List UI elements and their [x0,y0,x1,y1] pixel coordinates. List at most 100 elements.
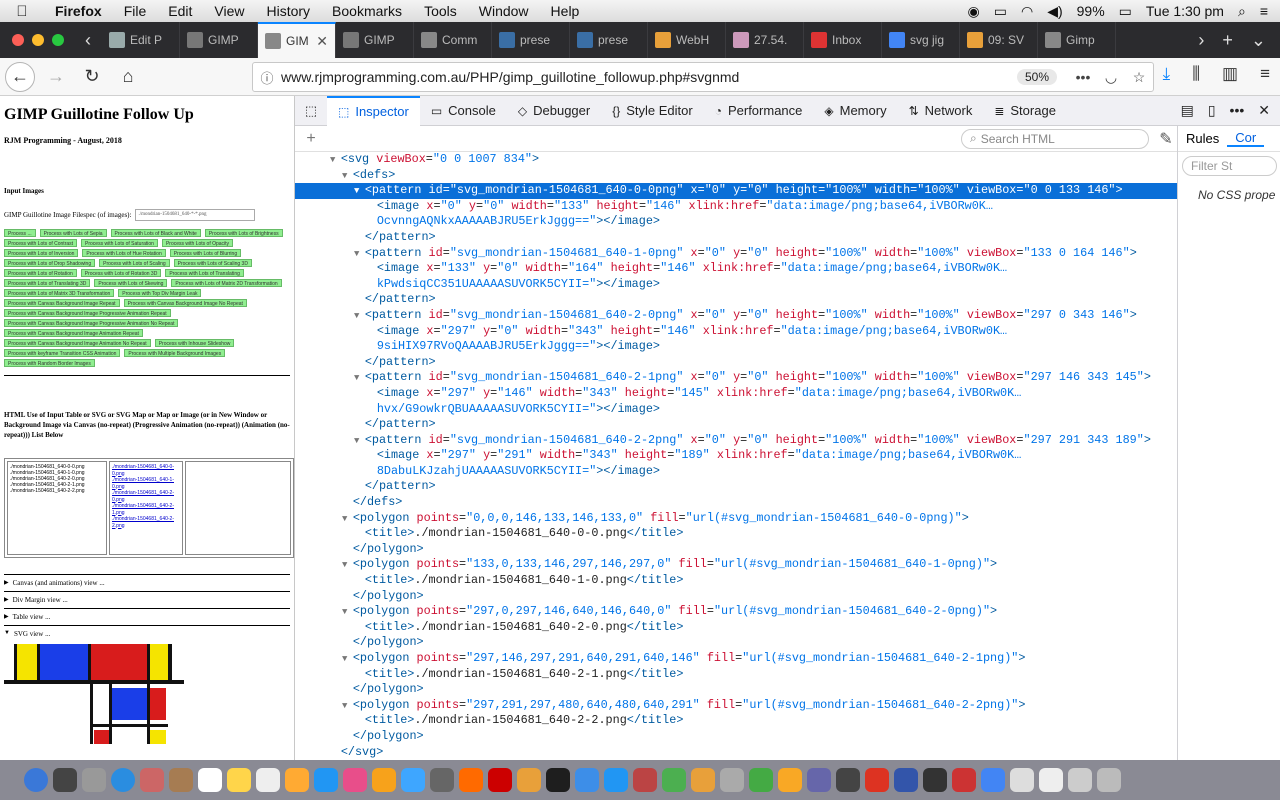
markup-node[interactable]: </polygon> [295,542,1177,558]
minimize-window-button[interactable] [32,34,44,46]
devtools-tab-inspector[interactable]: ⬚ Inspector [327,95,420,126]
devtools-tab-debugger[interactable]: ◇ Debugger [507,96,601,126]
page-actions-icon[interactable]: ••• [1069,69,1097,85]
markup-node[interactable]: </pattern> [295,292,1177,308]
process-button[interactable]: Process with Canvas Background Image Ani… [4,329,143,337]
dock-app-icon[interactable] [517,768,541,792]
browser-tab[interactable]: WebH [648,22,726,58]
dock-app-icon[interactable] [459,768,483,792]
markup-node[interactable]: </polygon> [295,682,1177,698]
markup-node[interactable]: </pattern> [295,230,1177,246]
battery-icon[interactable]: ▭ [1119,3,1132,20]
clock[interactable]: Tue 1:30 pm [1146,3,1224,19]
home-button[interactable]: ⌂ [113,62,143,92]
table-cell-link[interactable]: ./mondrian-1504681_640-2-1.png [112,503,180,516]
dock-app-icon[interactable] [662,768,686,792]
filespec-input[interactable]: ./mondrian-1504681_640-*-*.png [135,209,256,221]
library-icon[interactable]: ⫼ [1192,64,1200,84]
expand-twisty-icon[interactable]: ▼ [330,155,341,165]
details-view-toggle[interactable]: ▶ Canvas (and animations) view ... [4,574,290,591]
expand-twisty-icon[interactable]: ▼ [354,436,365,446]
dock-app-icon[interactable] [604,768,628,792]
markup-node[interactable]: </svg> [295,745,1177,761]
markup-node[interactable]: ▼ <polygon points="297,146,297,291,640,2… [295,651,1177,667]
browser-tab[interactable]: svg jig [882,22,960,58]
dock-app-icon[interactable] [633,768,657,792]
process-button[interactable]: Process with Lots of Matrix 3D Transform… [4,289,115,297]
dock-app-icon[interactable] [401,768,425,792]
devtools-tab-style-editor[interactable]: {} Style Editor [601,96,704,126]
markup-node[interactable]: <image x="297" y="291" width="343" heigh… [295,448,1177,464]
dock-app-icon[interactable] [1068,768,1092,792]
tab-computed[interactable]: Cor [1227,130,1265,147]
dock-app-icon[interactable] [430,768,454,792]
markup-node[interactable]: ▼ <svg viewBox="0 0 1007 834"> [295,152,1177,168]
url-bar[interactable]: ⓘ www.rjmprogramming.com.au/PHP/gimp_gui… [252,62,1154,92]
markup-node[interactable]: <image x="297" y="146" width="343" heigh… [295,386,1177,402]
markup-node[interactable]: hvx/G9owkrQBUAAAAASUVORK5CYII="></image> [295,402,1177,418]
browser-tab[interactable]: prese [492,22,570,58]
screen-record-icon[interactable]: ◉ [968,3,980,20]
zoom-window-button[interactable] [52,34,64,46]
dock-app-icon[interactable] [198,768,222,792]
dock-options-icon[interactable]: ▤ [1181,102,1194,119]
expand-twisty-icon[interactable]: ▼ [342,560,353,570]
forward-button[interactable]: → [41,62,71,92]
dock-app-icon[interactable] [256,768,280,792]
menu-app-name[interactable]: Firefox [44,3,113,19]
dock-app-icon[interactable] [140,768,164,792]
process-button[interactable]: Process with Lots of Scaling 3D [173,259,252,267]
markup-node[interactable]: </polygon> [295,729,1177,745]
tabs-scroll-right-icon[interactable]: › [1198,30,1204,51]
process-button[interactable]: Process with Lots of Translating 3D [4,279,91,287]
dock-app-icon[interactable] [82,768,106,792]
browser-tab[interactable]: Inbox [804,22,882,58]
process-button[interactable]: Process with Canvas Background Image No … [123,299,247,307]
menu-help[interactable]: Help [540,3,591,19]
process-button[interactable]: Process with Canvas Background Image Ani… [4,339,151,347]
markup-node[interactable]: </defs> [295,495,1177,511]
table-cell-link[interactable]: ./mondrian-1504681_640-0-0.png [112,464,180,477]
process-button[interactable]: Process with Lots of Translating [165,269,244,277]
airplay-icon[interactable]: ▭ [994,3,1007,20]
devtools-tab-memory[interactable]: ◈ Memory [813,96,897,126]
devtools-tab-console[interactable]: ▭ Console [420,96,507,126]
markup-node[interactable]: <title>./mondrian-1504681_640-1-0.png</t… [295,573,1177,589]
process-button[interactable]: Process with Multiple Background Images [124,349,226,357]
expand-twisty-icon[interactable]: ▼ [354,373,365,383]
process-button[interactable]: Process ... [4,229,36,237]
markup-node[interactable]: ▼ <polygon points="297,0,297,146,640,146… [295,604,1177,620]
add-node-icon[interactable]: + [295,130,327,148]
markup-node[interactable]: 8DabuLKJzahjUAAAAASUVORK5CYII="></image> [295,464,1177,480]
markup-node[interactable]: <image x="0" y="0" width="133" height="1… [295,199,1177,215]
table-cell-link[interactable]: ./mondrian-1504681_640-1-0.png [112,477,180,490]
dock-app-icon[interactable] [981,768,1005,792]
process-button[interactable]: Process with Top Div Margin Leak [118,289,202,297]
dock-app-icon[interactable] [1097,768,1121,792]
sidebar-icon[interactable]: ▥ [1222,64,1238,84]
process-button[interactable]: Process with Lots of Inversion [4,249,79,257]
tab-rules[interactable]: Rules [1178,131,1227,146]
dock-app-icon[interactable] [488,768,512,792]
markup-node[interactable]: <title>./mondrian-1504681_640-2-0.png</t… [295,620,1177,636]
dock-app-icon[interactable] [575,768,599,792]
table-cell-link[interactable]: ./mondrian-1504681_640-2-2.png [112,516,180,529]
markup-node[interactable]: ▼ <pattern id="svg_mondrian-1504681_640-… [295,246,1177,262]
dock-app-icon[interactable] [546,768,570,792]
devtools-tab-performance[interactable]: ◔ Performance [704,96,814,126]
markup-node[interactable]: </polygon> [295,635,1177,651]
list-all-tabs-icon[interactable]: ⌄ [1251,30,1266,51]
process-button[interactable]: Process with Lots of Rotation 3D [80,269,162,277]
expand-twisty-icon[interactable]: ▼ [342,171,353,181]
browser-tab[interactable]: Comm [414,22,492,58]
browser-tab[interactable]: Gimp [1038,22,1116,58]
menu-edit[interactable]: Edit [157,3,203,19]
element-picker-icon[interactable]: ⬚ [295,103,327,119]
menu-file[interactable]: File [113,3,158,19]
details-view-toggle[interactable]: ▶ Table view ... [4,608,290,625]
dock-app-icon[interactable] [314,768,338,792]
dock-app-icon[interactable] [227,768,251,792]
markup-node[interactable]: ▼ <defs> [295,168,1177,184]
process-button[interactable]: Process with Lots of Saturation [81,239,158,247]
dock-app-icon[interactable] [807,768,831,792]
